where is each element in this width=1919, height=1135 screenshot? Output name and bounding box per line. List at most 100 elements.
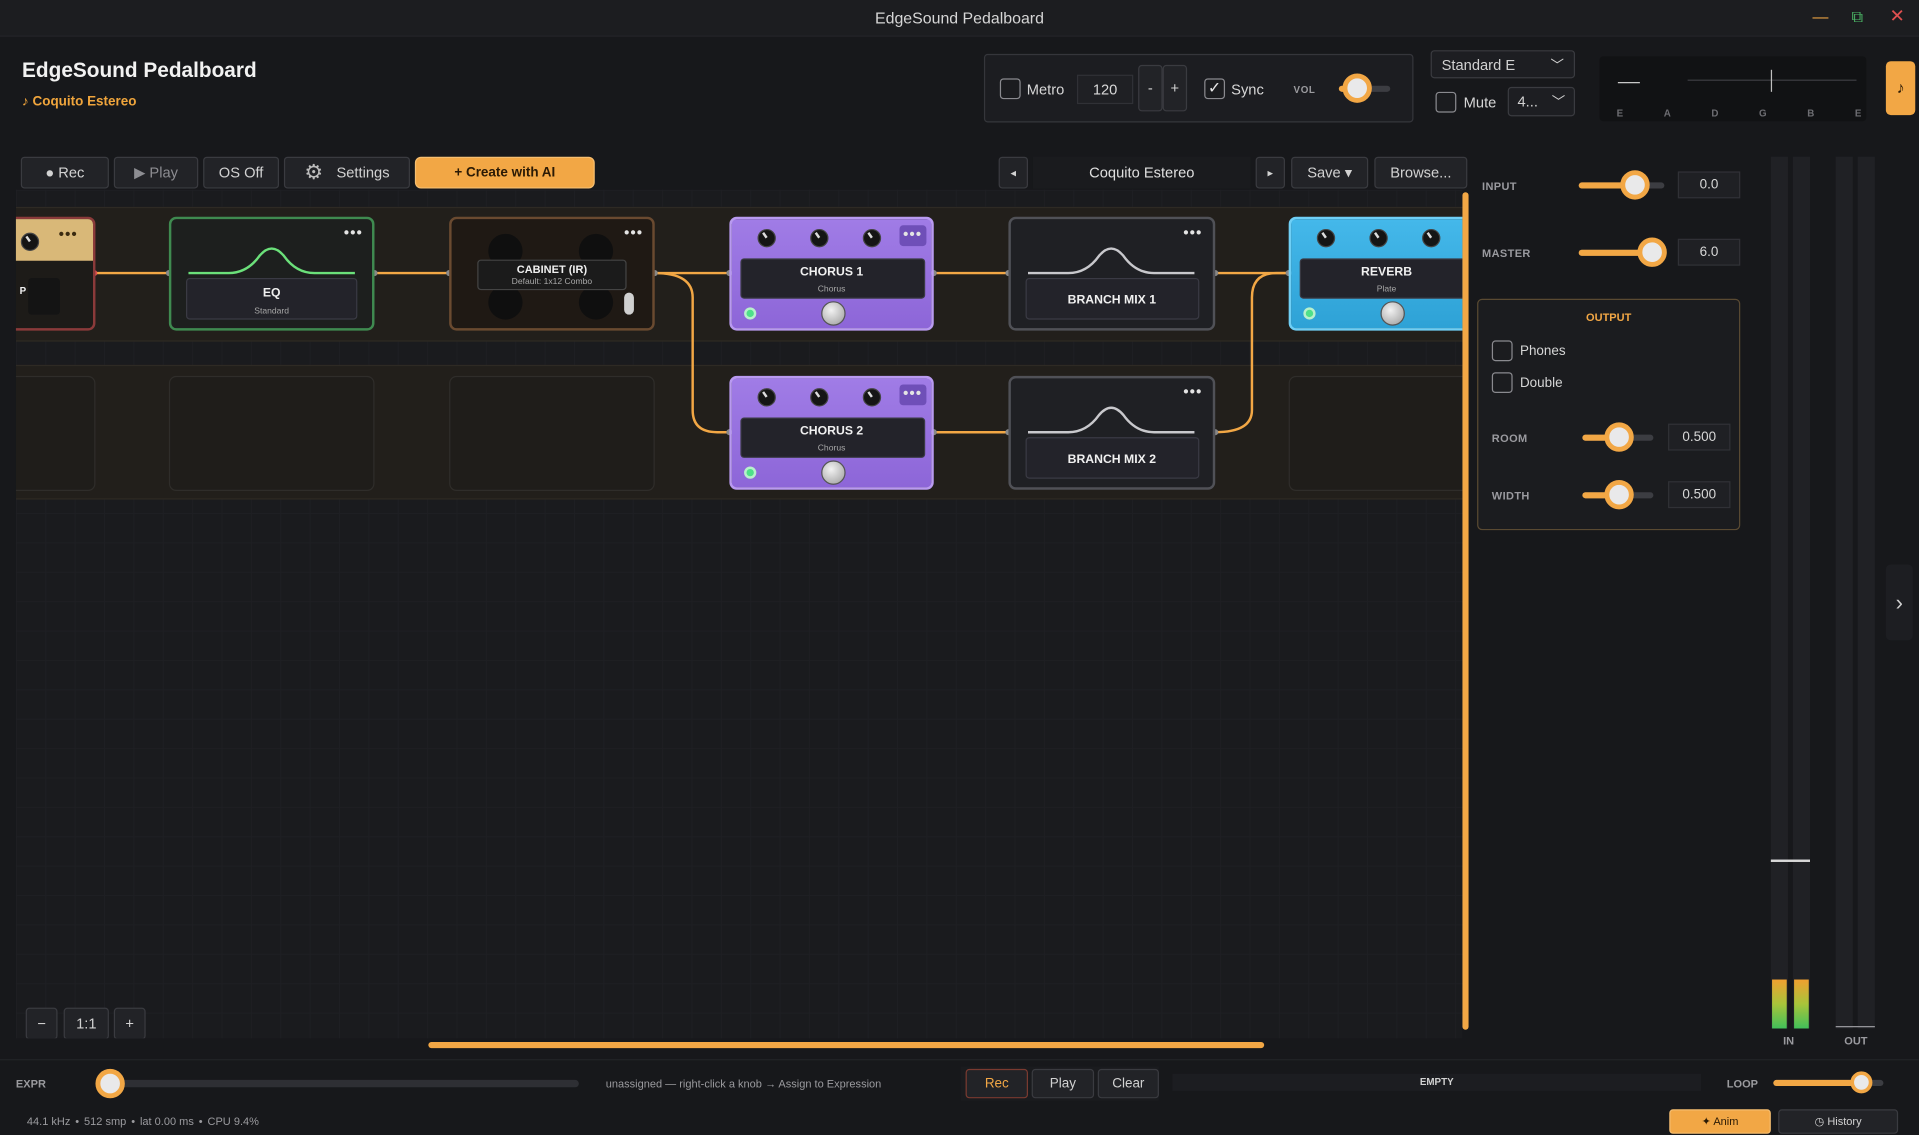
chorus-1-pedal[interactable]: ••• CHORUS 1 Chorus [729, 216, 934, 331]
play-button[interactable]: ▶ Play [113, 156, 199, 189]
eq-pedal[interactable]: ••• EQ Standard [168, 216, 375, 331]
next-preset-button[interactable]: ▸ [1255, 156, 1285, 189]
zoom-in-button[interactable]: + [113, 1007, 146, 1039]
input-meter-left [1770, 156, 1788, 1029]
chorus-2-pedal[interactable]: ••• CHORUS 2 Chorus [729, 375, 934, 490]
more-options-icon[interactable]: ••• [903, 225, 922, 242]
bpm-increase-button[interactable]: + [1162, 64, 1188, 112]
amp-knob[interactable] [20, 232, 40, 252]
tuner-string-label: D [1711, 107, 1719, 119]
browse-button[interactable]: Browse... [1374, 156, 1468, 189]
bpm-input[interactable]: 120 [1076, 74, 1134, 105]
cpu-usage: CPU 9.4% [207, 1115, 259, 1128]
chorus-1-depth-knob[interactable] [810, 228, 829, 248]
horizontal-scrollbar[interactable] [428, 1041, 1265, 1049]
maximize-icon[interactable]: ⧉ [1852, 7, 1863, 27]
chorus-2-mix-knob[interactable] [862, 388, 882, 407]
room-slider-thumb[interactable] [1604, 422, 1634, 452]
chorus-2-pedal-type: Chorus [817, 444, 846, 454]
chorus-1-mix-knob[interactable] [862, 228, 882, 248]
tuner-toggle-button[interactable]: ♪ [1885, 61, 1916, 116]
eq-pedal-mode: Standard [254, 307, 290, 316]
tuning-select[interactable]: Standard E ﹀ [1430, 50, 1576, 79]
status-separator-icon: • [75, 1115, 80, 1128]
close-icon[interactable]: ✕ [1890, 5, 1905, 27]
rec-button[interactable]: ● Rec [20, 156, 109, 189]
zoom-level-button[interactable]: 1:1 [63, 1007, 109, 1039]
cabinet-toggle[interactable] [624, 292, 634, 315]
loop-slider[interactable] [1773, 1071, 1884, 1094]
expr-label: EXPR [15, 1077, 46, 1090]
double-checkbox[interactable] [1491, 372, 1513, 394]
reverb-footswitch[interactable] [1380, 301, 1405, 326]
input-slider-thumb[interactable] [1619, 170, 1650, 200]
looper-clear-button[interactable]: Clear [1097, 1068, 1159, 1099]
output-meter-right [1857, 156, 1875, 1029]
phones-label: Phones [1519, 344, 1566, 359]
vol-slider-thumb[interactable] [1342, 73, 1372, 103]
tuner-needle [1770, 69, 1773, 92]
status-separator-icon: • [131, 1115, 136, 1128]
input-label: INPUT [1482, 179, 1517, 193]
mute-checkbox[interactable] [1435, 91, 1457, 113]
master-slider-thumb[interactable] [1636, 237, 1667, 267]
bpm-decrease-button[interactable]: - [1138, 64, 1163, 112]
more-options-icon[interactable]: ••• [903, 384, 922, 401]
phones-checkbox[interactable] [1491, 340, 1513, 362]
input-value[interactable]: 0.0 [1677, 171, 1741, 199]
anim-button[interactable]: ✦ Anim [1669, 1109, 1771, 1134]
reverb-pedal-type: Plate [1376, 285, 1397, 294]
vol-slider[interactable] [1338, 73, 1391, 103]
more-options-icon[interactable]: ••• [624, 224, 643, 241]
input-meter-left-level [1772, 979, 1787, 1029]
chorus-1-pedal-type: Chorus [817, 285, 846, 294]
expression-slider-thumb[interactable] [95, 1068, 125, 1099]
more-options-icon[interactable]: ••• [59, 225, 78, 242]
metro-checkbox[interactable] [999, 78, 1021, 100]
loop-slider-thumb[interactable] [1850, 1071, 1873, 1094]
reverb-decay-knob[interactable] [1316, 228, 1336, 248]
chorus-2-depth-knob[interactable] [810, 388, 829, 407]
chorus-2-rate-knob[interactable] [757, 388, 776, 407]
room-slider[interactable] [1582, 422, 1654, 452]
settings-button[interactable]: ⚙ Settings [283, 156, 410, 189]
width-slider[interactable] [1582, 479, 1654, 510]
chorus-1-footswitch[interactable] [821, 301, 846, 326]
pedalboard-canvas[interactable]: ••• P ••• EQ Standard ••• CABINET (IR) D… [15, 189, 1463, 1039]
reverb-mix-knob[interactable] [1422, 228, 1441, 248]
input-slider[interactable] [1578, 170, 1665, 200]
master-value[interactable]: 6.0 [1677, 238, 1741, 266]
out-meter-label: OUT [1844, 1034, 1868, 1047]
looper-play-button[interactable]: Play [1031, 1068, 1095, 1099]
width-slider-thumb[interactable] [1604, 479, 1634, 510]
history-button[interactable]: ◷ History [1778, 1109, 1899, 1134]
zoom-out-button[interactable]: − [25, 1007, 58, 1039]
preset-name-field[interactable]: Coquito Estereo [1032, 156, 1251, 189]
chorus-1-rate-knob[interactable] [757, 228, 776, 248]
reverb-tone-knob[interactable] [1369, 228, 1388, 248]
oversampling-button[interactable]: OS Off [203, 156, 280, 189]
branch-mix-2-pedal[interactable]: ••• BRANCH MIX 2 [1008, 375, 1216, 490]
reverb-pedal[interactable]: REVERB Plate [1288, 216, 1463, 331]
amp-pedal[interactable]: ••• P [15, 216, 96, 331]
music-note-icon: ♪ [1896, 78, 1905, 97]
create-with-ai-button[interactable]: + Create with AI [414, 156, 595, 189]
branch-mix-2-curve [1027, 406, 1195, 434]
mute-mode-select[interactable]: 4... ﹀ [1507, 86, 1576, 117]
cabinet-pedal[interactable]: ••• CABINET (IR) Default: 1x12 Combo [449, 216, 655, 331]
save-button[interactable]: Save ▾ [1291, 156, 1369, 189]
width-value[interactable]: 0.500 [1668, 481, 1731, 509]
minimize-icon[interactable]: — [1812, 7, 1828, 25]
room-value[interactable]: 0.500 [1668, 423, 1731, 451]
sync-checkbox[interactable] [1204, 78, 1226, 100]
branch-mix-1-pedal[interactable]: ••• BRANCH MIX 1 [1008, 216, 1216, 331]
tuner-string-label: G [1759, 107, 1767, 119]
chorus-2-footswitch[interactable] [821, 460, 846, 485]
expression-slider[interactable] [95, 1068, 579, 1099]
prev-preset-button[interactable]: ◂ [998, 156, 1028, 189]
chevron-right-icon[interactable]: › [1885, 564, 1913, 641]
looper-rec-button[interactable]: Rec [965, 1068, 1028, 1099]
vertical-scrollbar[interactable] [1462, 192, 1469, 1030]
loop-label: LOOP [1726, 1077, 1759, 1090]
master-slider[interactable] [1578, 237, 1667, 267]
